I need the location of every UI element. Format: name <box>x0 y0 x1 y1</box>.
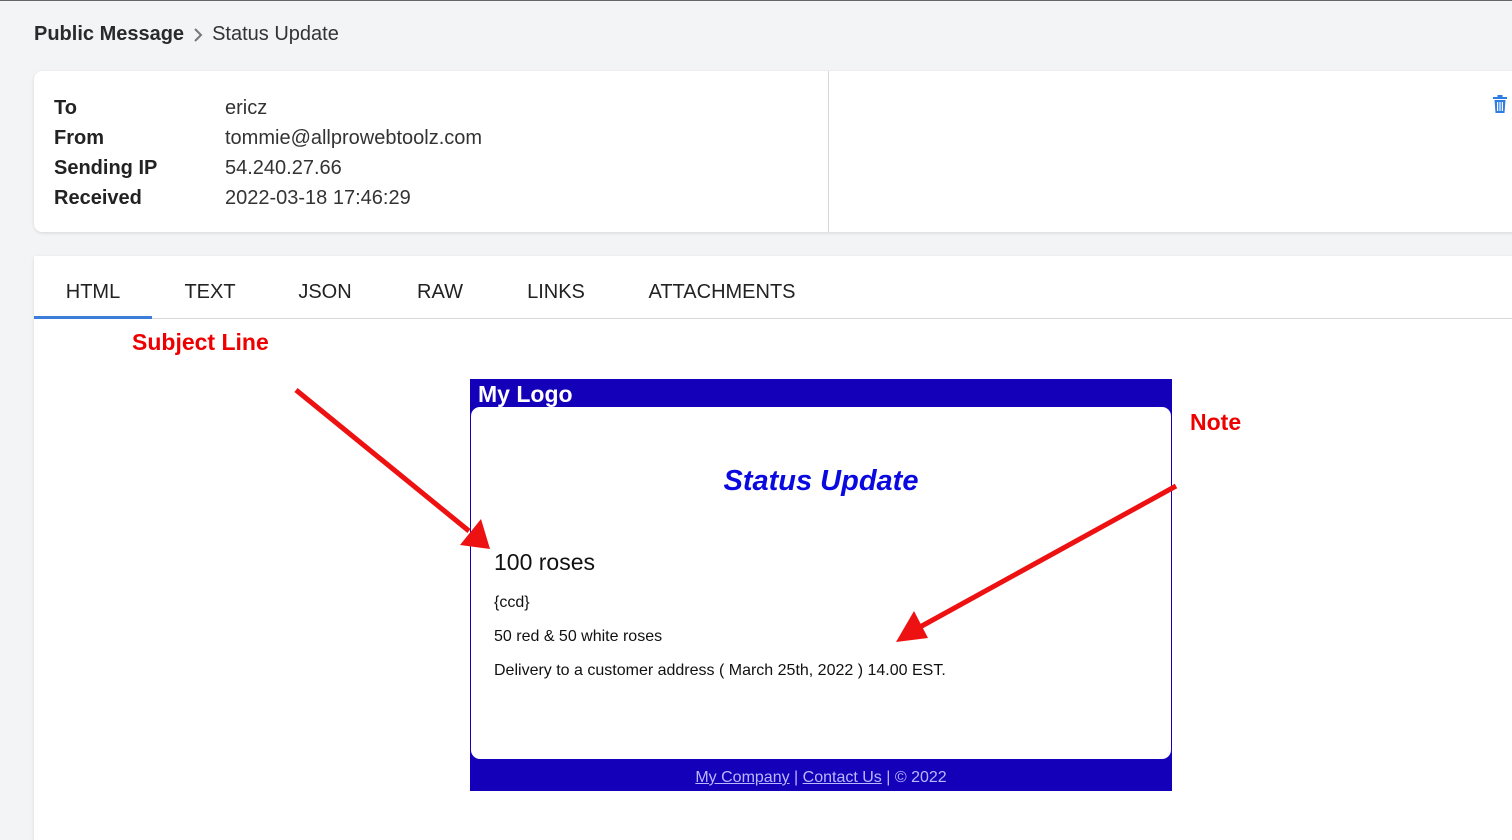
tab-json[interactable]: JSON <box>280 256 370 319</box>
email-line: 50 red & 50 white roses <box>494 628 663 645</box>
annotation-subject-line: Subject Line <box>132 329 269 355</box>
chevron-right-icon <box>192 27 204 43</box>
company-link[interactable]: My Company <box>695 769 789 786</box>
meta-row-from: From tommie@allprowebtoolz.com <box>54 123 808 153</box>
contact-link[interactable]: Contact Us <box>803 769 882 786</box>
breadcrumb: Public Message Status Update <box>34 23 339 46</box>
meta-label: To <box>54 96 77 119</box>
tab-raw[interactable]: RAW <box>396 256 484 319</box>
meta-label: Received <box>54 186 142 209</box>
tab-attachments[interactable]: ATTACHMENTS <box>634 256 810 319</box>
message-meta-card: To ericz From tommie@allprowebtoolz.com … <box>34 71 1512 232</box>
email-title: Status Update <box>723 465 919 497</box>
footer-separator: | <box>789 769 803 786</box>
trash-icon[interactable] <box>1493 95 1507 118</box>
meta-value: 2022-03-18 17:46:29 <box>225 186 411 209</box>
email-heading: 100 roses <box>494 549 596 575</box>
email-line: Delivery to a customer address ( March 2… <box>494 662 946 679</box>
email-line: {ccd} <box>494 594 530 611</box>
breadcrumb-current: Status Update <box>212 23 339 45</box>
meta-row-sending-ip: Sending IP 54.240.27.66 <box>54 153 808 183</box>
meta-row-to: To ericz <box>54 93 808 123</box>
tab-bar: HTML TEXT JSON RAW LINKS ATTACHMENTS <box>34 256 1512 319</box>
email-body: Status Update 100 roses {ccd} 50 red & 5… <box>471 407 1171 759</box>
meta-row-received: Received 2022-03-18 17:46:29 <box>54 183 808 213</box>
breadcrumb-parent[interactable]: Public Message <box>34 23 184 46</box>
meta-value: 54.240.27.66 <box>225 156 342 179</box>
email-preview: My Logo Status Update 100 roses {ccd} 50… <box>470 379 1172 791</box>
tab-links[interactable]: LINKS <box>508 256 604 319</box>
email-logo: My Logo <box>478 381 573 407</box>
meta-label: Sending IP <box>54 156 158 179</box>
meta-value: ericz <box>225 96 268 119</box>
meta-value: tommie@allprowebtoolz.com <box>225 126 483 149</box>
annotation-note: Note <box>1190 409 1242 435</box>
meta-details: To ericz From tommie@allprowebtoolz.com … <box>34 71 829 232</box>
footer-copyright: | © 2022 <box>881 769 947 786</box>
email-footer: My Company | Contact Us | © 2022 <box>470 769 1172 787</box>
meta-label: From <box>54 126 104 149</box>
tab-html[interactable]: HTML <box>34 256 152 319</box>
meta-actions <box>829 71 1512 232</box>
tab-text[interactable]: TEXT <box>162 256 258 319</box>
